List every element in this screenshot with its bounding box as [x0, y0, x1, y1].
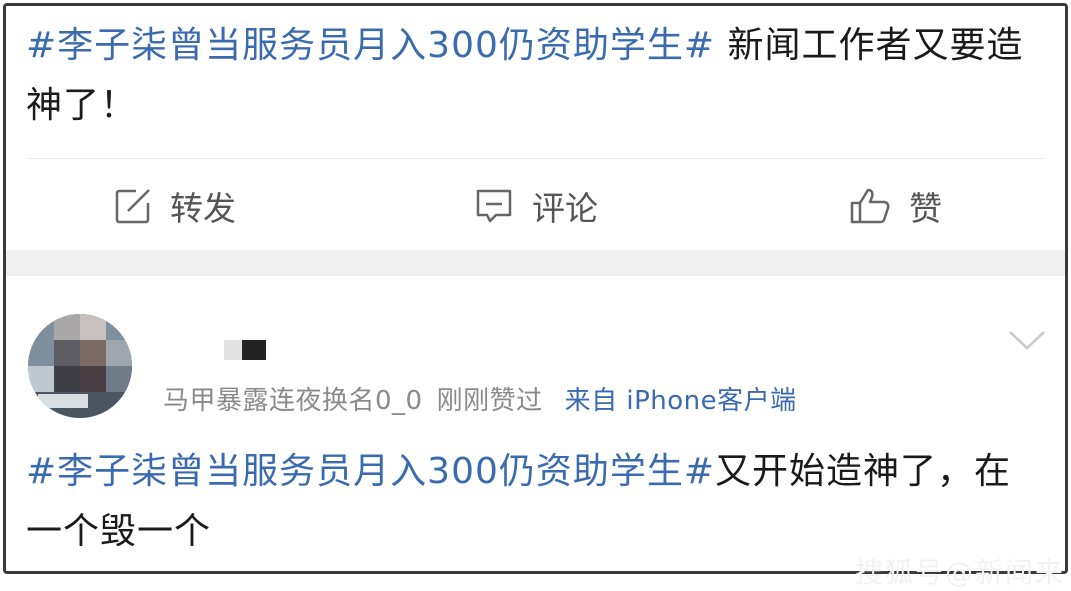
- timestamp: 刚刚赞过: [436, 386, 543, 416]
- screenshot-frame: #李子柒曾当服务员月入300仍资助学生# 新闻工作者又要造神了！ 转发 评论 赞…: [3, 3, 1068, 574]
- repost-button[interactable]: 转发: [114, 178, 236, 234]
- repost-label: 转发: [170, 189, 236, 228]
- username-redacted[interactable]: [224, 338, 272, 362]
- post-body: #李子柒曾当服务员月入300仍资助学生# 新闻工作者又要造神了！: [26, 16, 1046, 136]
- user-status-text: 马甲暴露连夜换名0_0: [163, 386, 423, 416]
- thumbs-up-icon: [850, 188, 890, 224]
- comment-meta: 马甲暴露连夜换名0_0 刚刚赞过 来自 iPhone客户端: [163, 380, 797, 417]
- like-label: 赞: [909, 189, 942, 228]
- comment-body: #李子柒曾当服务员月入300仍资助学生#又开始造神了，在一个毁一个: [26, 442, 1046, 562]
- avatar[interactable]: [28, 314, 132, 418]
- section-separator: [6, 250, 1065, 276]
- comment-icon: [476, 189, 512, 223]
- comment-topic-link[interactable]: #李子柒曾当服务员月入300仍资助学生#: [26, 451, 715, 492]
- comment-card: 马甲暴露连夜换名0_0 刚刚赞过 来自 iPhone客户端 #李子柒曾当服务员月入3…: [6, 276, 1065, 571]
- divider: [26, 158, 1045, 159]
- weibo-post: #李子柒曾当服务员月入300仍资助学生# 新闻工作者又要造神了！ 转发 评论 赞: [6, 6, 1065, 250]
- like-button[interactable]: 赞: [849, 178, 942, 234]
- comment-label: 评论: [532, 189, 598, 228]
- chevron-down-icon[interactable]: [1007, 328, 1047, 352]
- post-action-bar: 转发 评论 赞: [6, 166, 1065, 246]
- repost-icon: [115, 189, 150, 224]
- client-source: 来自 iPhone客户端: [564, 386, 797, 416]
- post-topic-link[interactable]: #李子柒曾当服务员月入300仍资助学生#: [26, 25, 715, 66]
- watermark: 搜狐号@新闻来: [854, 556, 1065, 589]
- comment-button[interactable]: 评论: [474, 178, 598, 234]
